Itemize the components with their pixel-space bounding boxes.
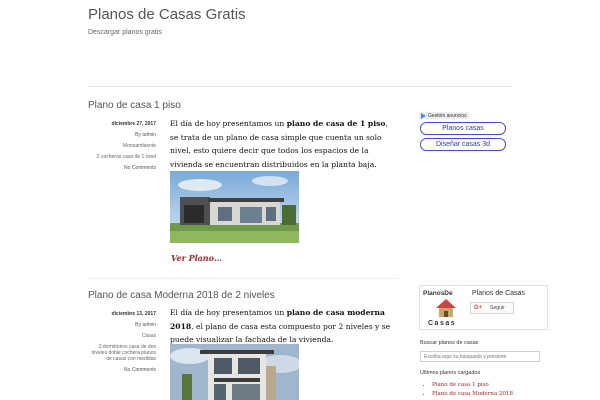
post-divider bbox=[88, 278, 398, 279]
logo-text-bottom: Casas bbox=[428, 320, 456, 327]
gplus-icon: G+ bbox=[474, 305, 483, 311]
post-author[interactable]: By admin bbox=[88, 132, 156, 138]
post-category[interactable]: Monoambiente bbox=[88, 143, 156, 149]
ad-choices-icon bbox=[421, 112, 426, 119]
post-text: El día de hoy presentamos un bbox=[170, 308, 287, 317]
post-excerpt: El día de hoy presentamos un plano de ca… bbox=[170, 306, 398, 347]
social-widget: PlanosDe Casas Planos de Casas G+ Seguir bbox=[419, 285, 548, 330]
site-logo[interactable]: PlanosDe Casas bbox=[422, 288, 464, 327]
post-meta: diciembre 13, 2017 By admin Casas 3 dorm… bbox=[88, 311, 157, 378]
recent-post-link[interactable]: Plano de casa Moderna 2018 bbox=[432, 390, 513, 399]
recent-post-link[interactable]: Plano de casa 1 piso bbox=[432, 381, 513, 390]
post-keyword: plano de casa de 1 piso bbox=[286, 119, 386, 128]
post-category[interactable]: Casas bbox=[88, 333, 156, 339]
ad-choices-label[interactable]: Gestión anuncios bbox=[419, 112, 469, 119]
search-input[interactable] bbox=[420, 351, 540, 362]
ad-link-disenar-casas[interactable]: Diseñar casas 3d bbox=[420, 138, 506, 151]
header-divider bbox=[88, 86, 512, 87]
post-title[interactable]: Plano de casa Moderna 2018 de 2 niveles bbox=[88, 290, 275, 302]
logo-text-top: PlanosDe bbox=[423, 290, 453, 297]
site-tagline: Descargar planos gratis bbox=[88, 29, 162, 36]
ad-link-planos-casas[interactable]: Planos casas bbox=[420, 122, 506, 135]
post-author[interactable]: By admin bbox=[88, 322, 156, 328]
follow-label: Seguir bbox=[490, 305, 505, 311]
recent-posts-list: Plano de casa 1 piso Plano de casa Moder… bbox=[428, 381, 513, 399]
read-more-link[interactable]: Ver Plano… bbox=[171, 253, 222, 263]
post-text: El día de hoy presentamos un bbox=[170, 119, 287, 128]
site-header: Planos de Casas Gratis Descargar planos … bbox=[88, 6, 518, 36]
post-tags[interactable]: 3 dormitorios casa de dos niveles doble … bbox=[88, 344, 157, 362]
post-date[interactable]: diciembre 27, 2017 bbox=[88, 121, 156, 127]
post-comments[interactable]: No Comments bbox=[88, 165, 156, 171]
post-tags[interactable]: 2 cocheras casa de 1 nivel bbox=[88, 154, 156, 160]
recent-posts-heading: Ultimos planos cargados bbox=[420, 370, 481, 376]
post-title[interactable]: Plano de casa 1 piso bbox=[88, 100, 181, 112]
search-heading: Buscar planos de casas bbox=[420, 340, 479, 346]
post-date[interactable]: diciembre 13, 2017 bbox=[88, 311, 156, 317]
gplus-follow-button[interactable]: G+ Seguir bbox=[470, 302, 514, 314]
post-meta: diciembre 27, 2017 By admin Monoambiente… bbox=[88, 121, 156, 176]
site-title[interactable]: Planos de Casas Gratis bbox=[88, 6, 246, 24]
ad-label-text: Gestión anuncios bbox=[428, 112, 467, 119]
post-image-house-2[interactable] bbox=[170, 344, 299, 400]
post-text: , el plano de casa esta compuesto por 2 … bbox=[170, 321, 391, 345]
post-image-house-1[interactable] bbox=[170, 171, 299, 243]
social-page-name[interactable]: Planos de Casas bbox=[472, 290, 525, 297]
post-excerpt: El día de hoy presentamos un plano de ca… bbox=[170, 117, 398, 171]
post-comments[interactable]: No Comments bbox=[88, 367, 156, 373]
